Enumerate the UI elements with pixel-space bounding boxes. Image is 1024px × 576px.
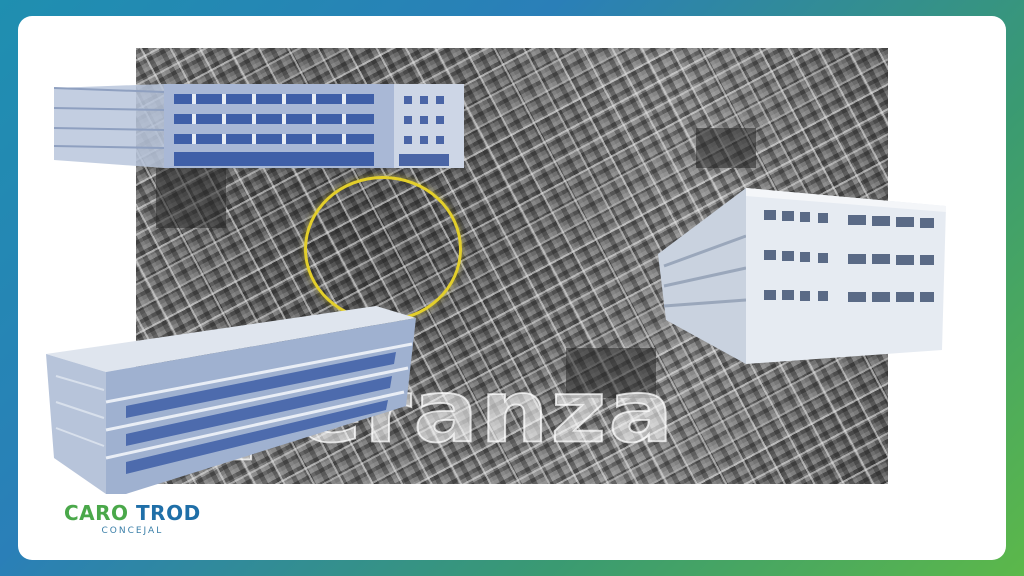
dark-block [696, 128, 756, 168]
highlight-circle [304, 176, 462, 322]
brand-logo: CARO TROD CONCEJAL [64, 502, 201, 536]
brand-name-second: TROD [136, 501, 201, 525]
brand-name: CARO TROD [64, 502, 201, 524]
brand-subtitle: CONCEJAL [101, 526, 164, 536]
building-render-bottom-left [46, 306, 416, 494]
dark-block [156, 168, 226, 228]
graphic-card: esperanza CARO TROD CONCEJAL [18, 16, 1006, 560]
brand-name-first: CARO [64, 501, 129, 525]
building-render-top-left [54, 84, 464, 168]
building-render-right [658, 188, 946, 364]
